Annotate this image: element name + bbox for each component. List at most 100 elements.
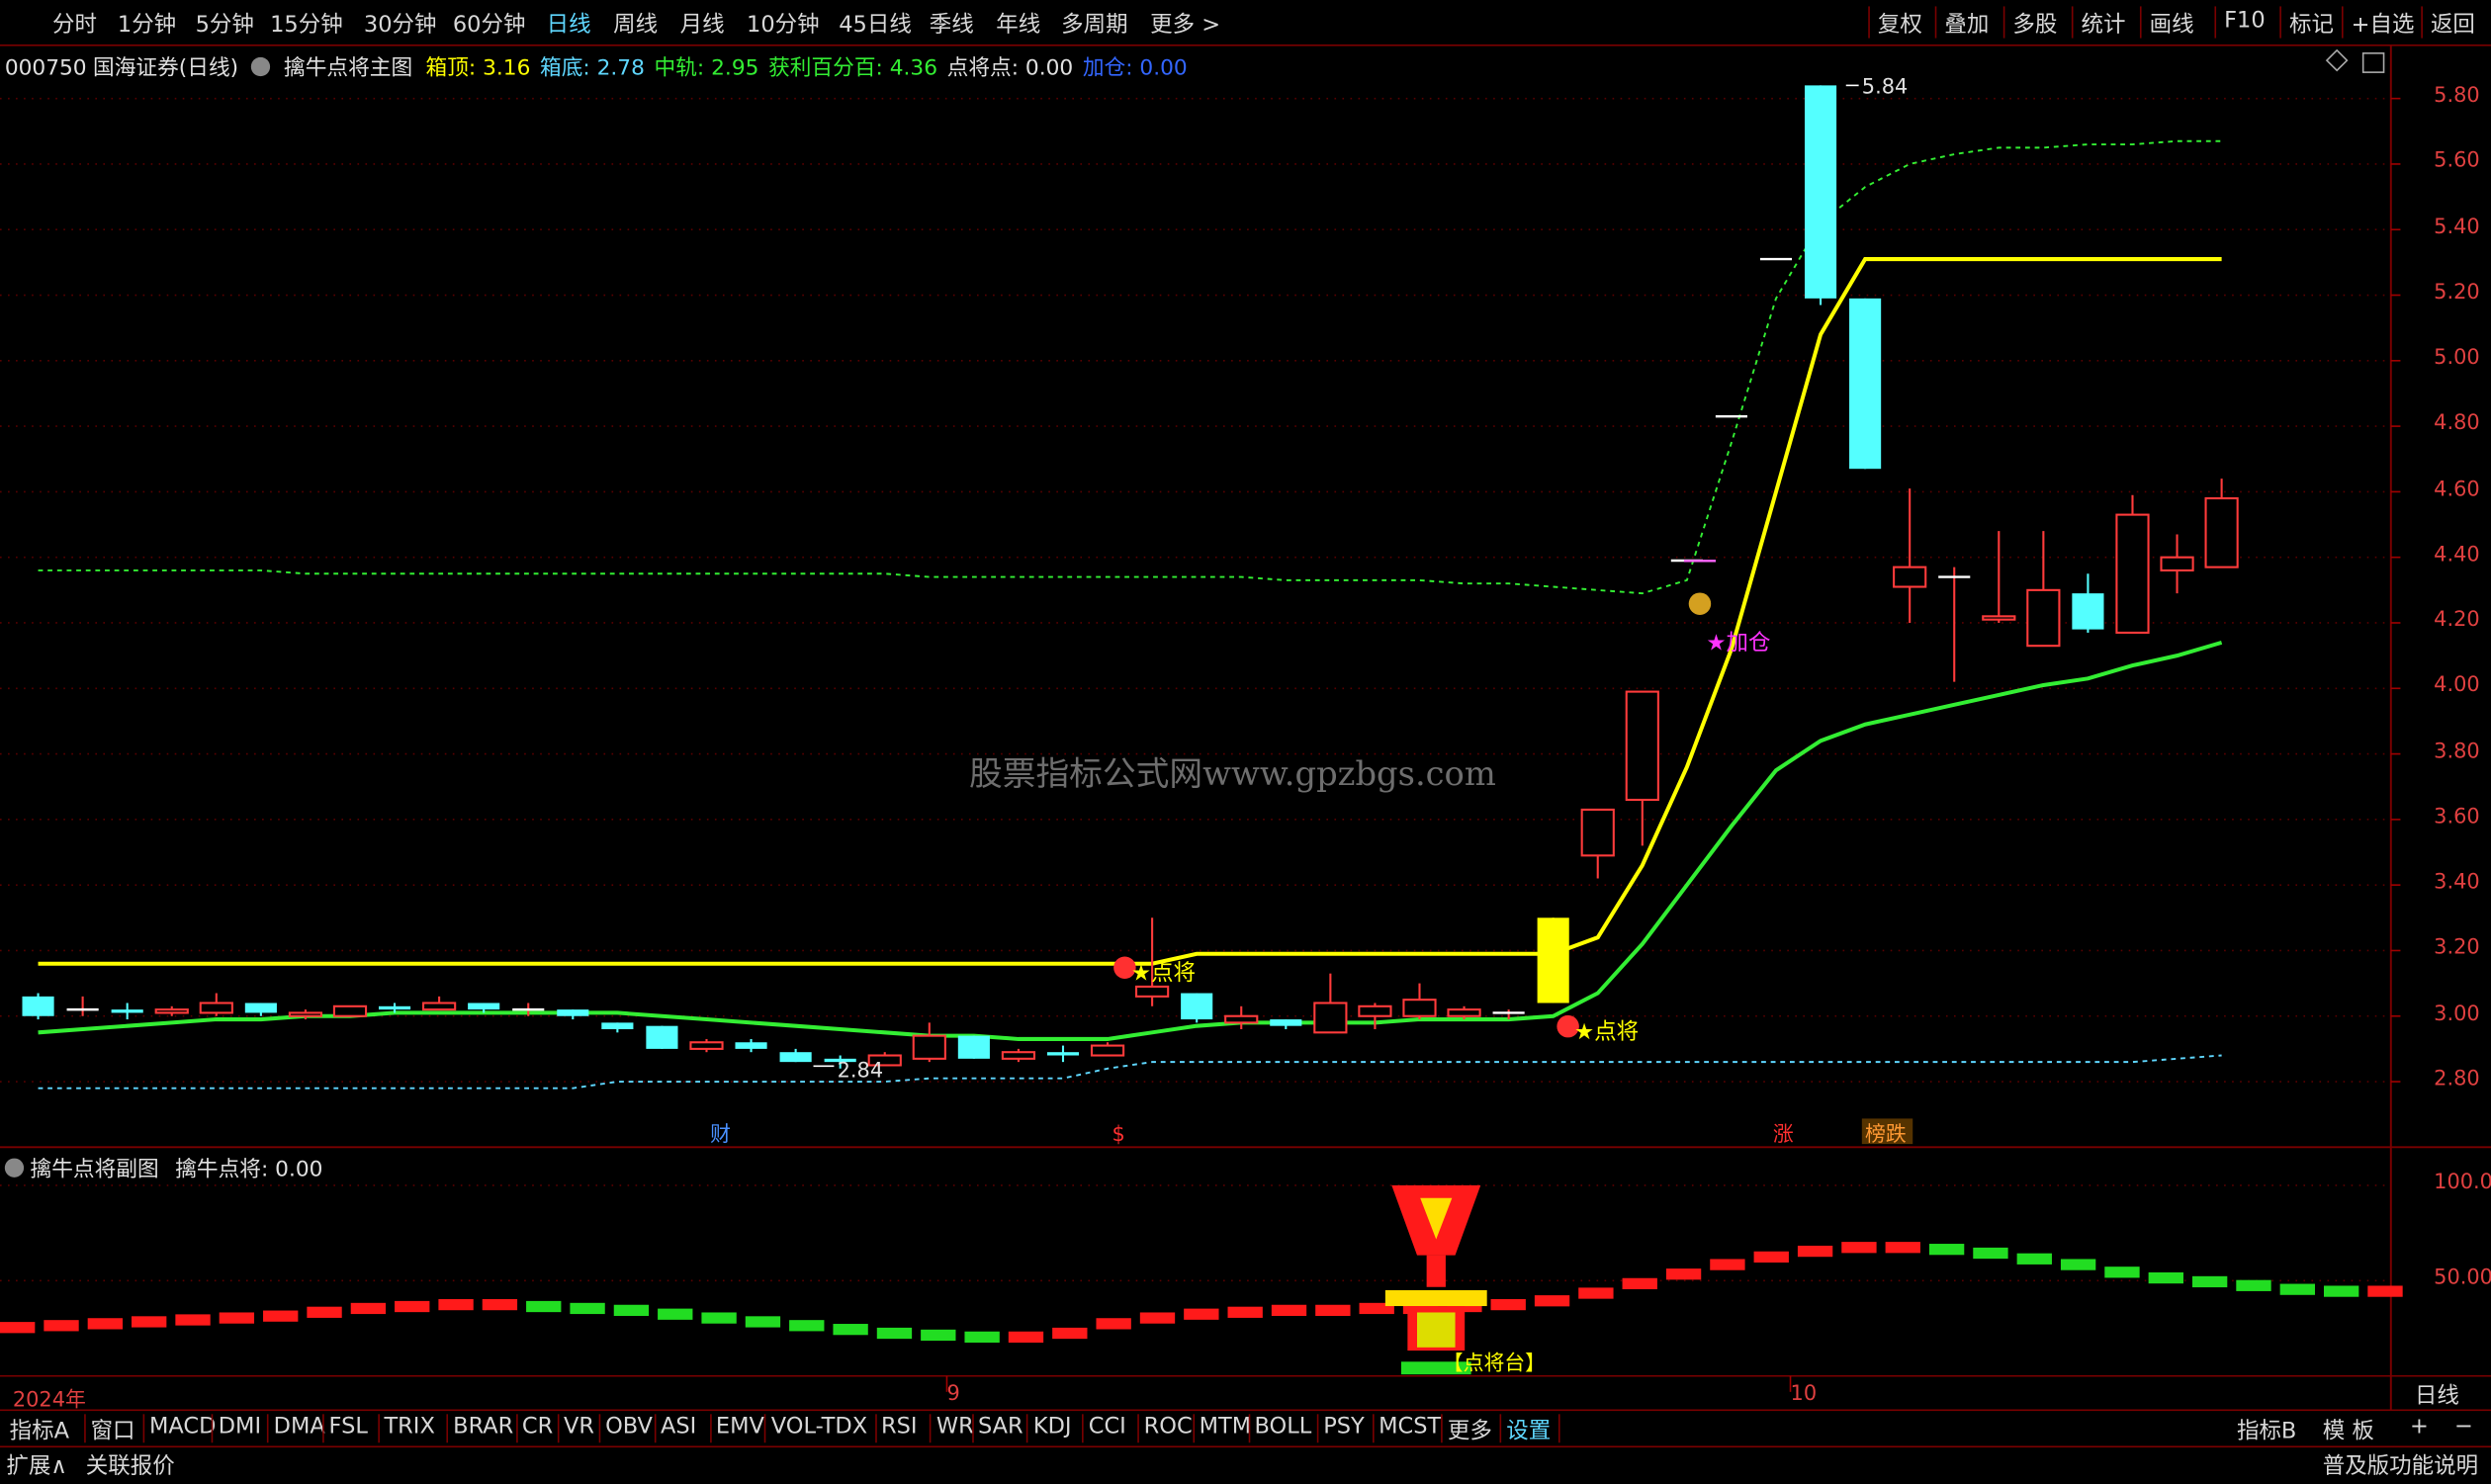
tab-divider — [654, 1414, 657, 1443]
indicator-tab-22[interactable]: PSY — [1323, 1414, 1365, 1440]
watermark: 股票指标公式网www.gpzbgs.com — [968, 754, 1496, 793]
sub-bar — [1622, 1277, 1657, 1290]
indicator-tab-5[interactable]: FSL — [329, 1414, 368, 1440]
indicator-tab-14[interactable]: RSI — [881, 1414, 918, 1440]
y-tick-label: 3.80 — [2434, 740, 2480, 764]
indicator-tab-20[interactable]: MTM — [1200, 1414, 1252, 1440]
tab-divider — [212, 1414, 214, 1443]
candle-down — [646, 1025, 678, 1049]
tab-right-2[interactable]: + — [2410, 1414, 2429, 1440]
help-link[interactable]: 普及版功能说明 — [2323, 1449, 2478, 1481]
tab-right-1[interactable]: 模 板 — [2323, 1414, 2374, 1445]
sub-bar — [2016, 1253, 2052, 1265]
sub-bar — [438, 1298, 474, 1311]
tab-divider — [1558, 1414, 1560, 1443]
sub-bar — [482, 1298, 518, 1311]
y-tick-label: 4.20 — [2434, 608, 2480, 633]
indicator-tab-1[interactable]: 窗口 — [91, 1414, 135, 1445]
candle-up — [689, 1041, 724, 1050]
sub-bar — [570, 1302, 605, 1315]
period-label[interactable]: 日线 — [2415, 1379, 2459, 1411]
tab-divider — [1499, 1414, 1502, 1443]
sub-bar — [219, 1312, 255, 1324]
chevron-down-icon[interactable] — [4, 1158, 25, 1178]
sub-bar — [1315, 1304, 1351, 1317]
indicator-tab-24[interactable]: 更多 — [1448, 1414, 1492, 1445]
indicator-tab-2[interactable]: MACD — [149, 1414, 216, 1440]
tab-divider — [1372, 1414, 1375, 1443]
candle-down — [779, 1052, 812, 1063]
indicator-tab-15[interactable]: WR — [936, 1414, 974, 1440]
event-marker: 涨 — [1773, 1122, 1794, 1146]
indicator-tab-25[interactable]: 设置 — [1506, 1414, 1551, 1445]
sub-bar — [1490, 1298, 1526, 1311]
candle-up — [912, 1034, 946, 1060]
sub-bar — [833, 1324, 868, 1336]
tab-divider — [709, 1414, 712, 1443]
trophy-icon — [1416, 1312, 1456, 1348]
y-tick-label: 4.00 — [2434, 673, 2480, 698]
indicator-tab-16[interactable]: SAR — [978, 1414, 1023, 1440]
y-tick-label: 3.00 — [2434, 1002, 2480, 1026]
candle-down — [957, 1035, 990, 1059]
tab-divider — [446, 1414, 449, 1443]
candle-up — [1580, 808, 1615, 857]
sub-y-tick-label: 50.00 — [2434, 1266, 2491, 1290]
candle-down — [557, 1009, 589, 1016]
tab-divider — [930, 1414, 933, 1443]
high-label: 5.84 — [1862, 74, 1908, 98]
price-chart[interactable]: 5.84 2.84 ★点将 ★点将 ★加仓财 $ 涨 榜跌【点将台】 — [0, 0, 2491, 1484]
indicator-tab-18[interactable]: CCI — [1089, 1414, 1126, 1440]
y-tick-label: 4.60 — [2434, 477, 2480, 502]
related-quote-button[interactable]: 关联报价 — [86, 1449, 175, 1481]
indicator-tab-3[interactable]: DMI — [219, 1414, 261, 1440]
series-line-3 — [38, 1054, 2222, 1090]
sub-bar — [2323, 1285, 2359, 1297]
sub-bar — [2104, 1266, 2140, 1278]
tab-divider — [322, 1414, 324, 1443]
tab-divider — [557, 1414, 560, 1443]
indicator-tab-6[interactable]: TRIX — [384, 1414, 434, 1440]
subpanel-title[interactable]: 擒牛点将副图 — [31, 1157, 159, 1182]
trophy-icon — [1426, 1255, 1446, 1287]
series-line-1 — [38, 640, 2223, 1041]
indicator-tab-7[interactable]: BRAR — [453, 1414, 513, 1440]
indicator-tab-9[interactable]: VR — [564, 1414, 594, 1440]
indicator-tab-13[interactable]: VOL-TDX — [771, 1414, 867, 1440]
candle-up — [422, 1002, 457, 1011]
status-bar: 扩展∧ 关联报价 普及版功能说明 — [0, 1444, 2491, 1484]
sub-bar — [876, 1327, 913, 1340]
indicator-tab-11[interactable]: ASI — [661, 1414, 696, 1440]
sub-bar — [1710, 1259, 1745, 1270]
indicator-tab-23[interactable]: MCST — [1379, 1414, 1441, 1440]
tab-right-0[interactable]: 指标B — [2237, 1414, 2296, 1445]
indicator-tab-12[interactable]: EMV — [716, 1414, 764, 1440]
tab-divider — [1137, 1414, 1139, 1443]
indicator-tab-19[interactable]: ROC — [1144, 1414, 1193, 1440]
tab-divider — [1441, 1414, 1444, 1443]
candle-up — [288, 1011, 323, 1017]
expand-button[interactable]: 扩展∧ — [6, 1449, 66, 1481]
y-tick-label: 5.60 — [2434, 149, 2480, 174]
indicator-tab-21[interactable]: BOLL — [1254, 1414, 1311, 1440]
candle-down — [1270, 1019, 1302, 1026]
indicator-tab-0[interactable]: 指标A — [10, 1414, 69, 1445]
sub-bar — [2148, 1271, 2183, 1284]
y-tick-label: 4.40 — [2434, 543, 2480, 567]
sub-bar — [0, 1322, 36, 1334]
candle-down — [111, 1009, 143, 1013]
indicator-tab-10[interactable]: OBV — [605, 1414, 653, 1440]
candle-up — [1001, 1051, 1036, 1060]
indicator-tab-8[interactable]: CR — [522, 1414, 553, 1440]
sub-bar — [1797, 1245, 1833, 1258]
tab-divider — [1026, 1414, 1029, 1443]
candle-down — [1849, 298, 1882, 470]
indicator-tab-4[interactable]: DMA — [274, 1414, 325, 1440]
tab-divider — [598, 1414, 601, 1443]
indicator-tab-17[interactable]: KDJ — [1033, 1414, 1072, 1440]
candle-up — [1625, 690, 1659, 802]
tab-right-3[interactable]: − — [2454, 1414, 2473, 1440]
sub-bar — [1139, 1312, 1176, 1324]
candle-down — [1804, 85, 1837, 299]
sub-bar — [350, 1302, 387, 1315]
